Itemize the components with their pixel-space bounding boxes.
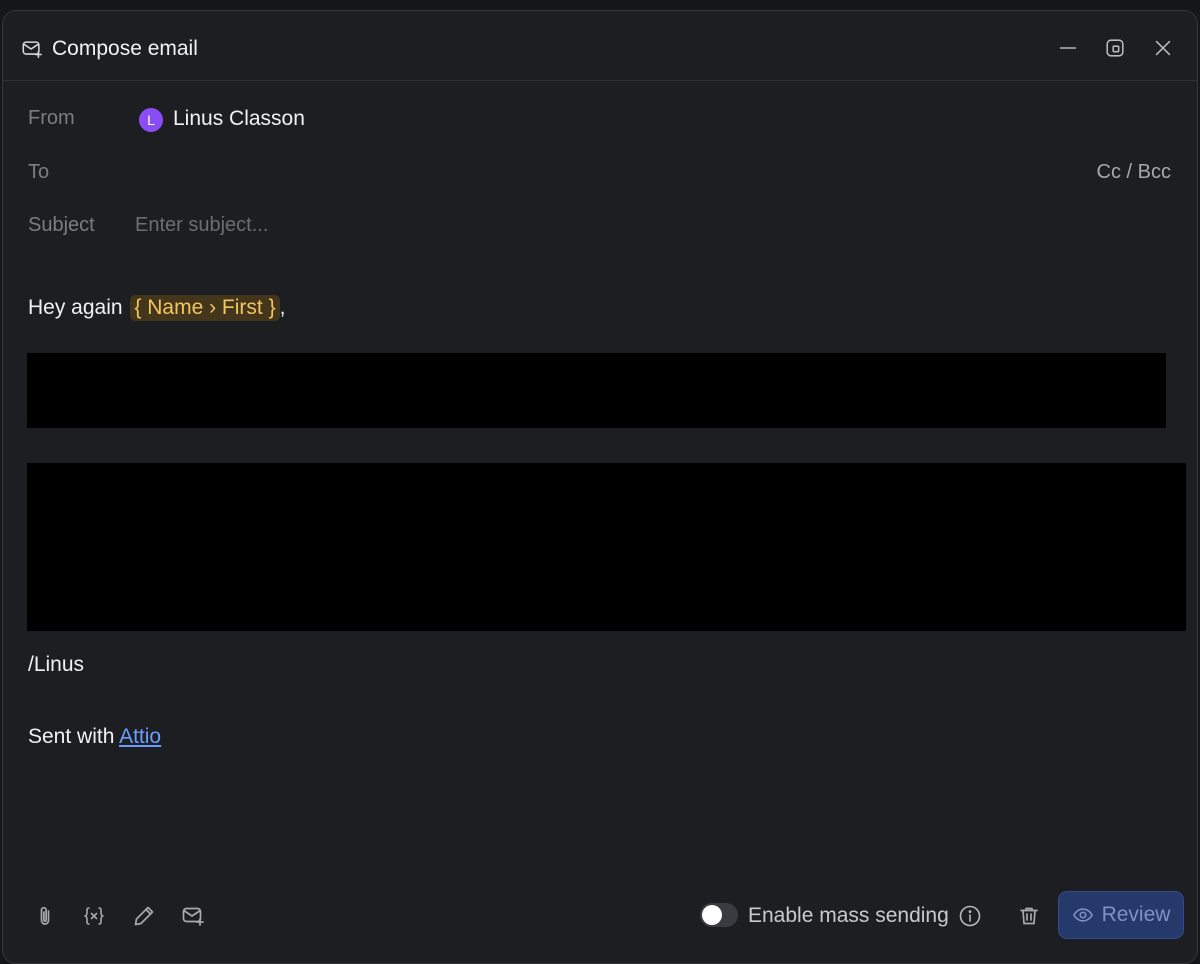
mail-compose-icon (21, 38, 43, 60)
eye-icon (1072, 908, 1093, 922)
pen-icon[interactable] (132, 904, 156, 928)
toggle-knob (702, 905, 722, 925)
subject-label: Subject (28, 214, 95, 236)
greeting-text: Hey again (28, 296, 123, 319)
mass-sending-toggle[interactable] (700, 903, 738, 927)
signature-prefix: Sent with (28, 725, 120, 748)
subject-input[interactable] (135, 210, 735, 240)
redacted-block (27, 353, 1166, 428)
info-icon[interactable] (958, 904, 982, 928)
from-label: From (28, 107, 75, 129)
compose-email-window: Compose email From L Linus Classon To Cc… (2, 10, 1198, 964)
signature-line: Sent with Attio (28, 725, 161, 749)
window-title: Compose email (52, 37, 198, 60)
popout-icon[interactable] (1104, 37, 1126, 59)
greeting-suffix: , (279, 296, 286, 319)
title-bar: Compose email (3, 11, 1197, 81)
minimize-icon[interactable] (1057, 37, 1079, 59)
greeting-line[interactable]: Hey again { Name › First }, (28, 295, 285, 321)
variable-icon[interactable] (82, 904, 106, 928)
close-icon[interactable] (1152, 37, 1174, 59)
from-sender-name[interactable]: Linus Classon (173, 107, 305, 131)
review-label: Review (1101, 903, 1171, 926)
to-label: To (28, 161, 50, 183)
avatar: L (139, 108, 163, 132)
redacted-block (27, 463, 1186, 631)
signoff[interactable]: /Linus (28, 653, 84, 677)
trash-icon[interactable] (1017, 904, 1041, 928)
paperclip-icon[interactable] (33, 904, 57, 928)
review-button[interactable]: Review (1058, 891, 1184, 939)
variable-chip[interactable]: { Name › First } (130, 295, 280, 321)
cc-bcc-button[interactable]: Cc / Bcc (1097, 161, 1171, 184)
mass-sending-label: Enable mass sending (748, 904, 949, 927)
template-icon[interactable] (181, 904, 205, 928)
attio-link[interactable]: Attio (119, 725, 161, 748)
